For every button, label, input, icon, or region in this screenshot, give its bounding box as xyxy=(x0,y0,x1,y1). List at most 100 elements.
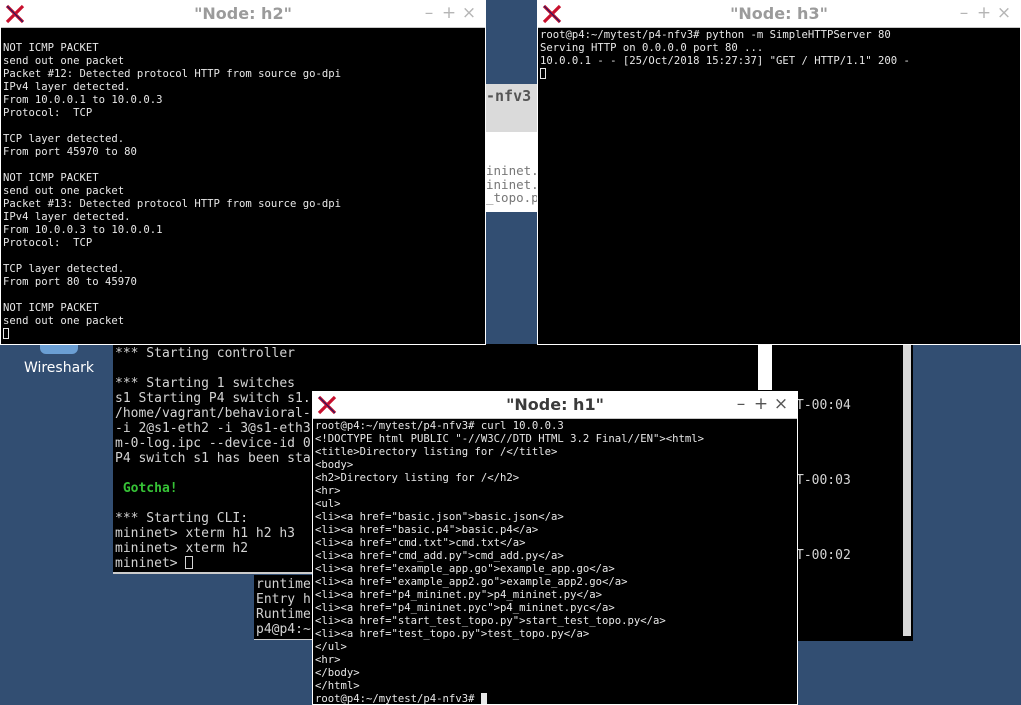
terminal-line: <li><a href="example_app2.go">example_ap… xyxy=(315,576,628,588)
wireshark-label: Wireshark xyxy=(23,360,95,376)
h3-window-title: "Node: h3" xyxy=(730,4,828,23)
background-file-list: ininet.pininet.p_topo.p xyxy=(486,164,540,205)
terminal-line: send out one packet xyxy=(3,315,125,327)
terminal-line: <li><a href="example_app.go">example_app… xyxy=(315,563,615,575)
terminal-line: From port 80 to 45970 xyxy=(3,276,137,288)
terminal-line: <li><a href="cmd_add.py">cmd_add.py</a> xyxy=(315,550,564,562)
text-cursor xyxy=(540,68,546,79)
file-entry: ininet.p xyxy=(486,176,540,192)
maximize-button[interactable]: + xyxy=(751,394,771,414)
terminal-line: *** Starting CLI: xyxy=(115,511,249,526)
terminal-line: root@p4:~/mytest/p4-nfv3# curl 10.0.0.3 xyxy=(315,420,564,432)
terminal-line: *** Starting controller xyxy=(115,346,296,361)
background-window-titlebar: -nfv3 xyxy=(484,84,540,132)
close-button[interactable]: × xyxy=(771,394,791,414)
text-cursor xyxy=(3,328,9,339)
terminal-line: IPv4 layer detected. xyxy=(3,81,131,93)
terminal-line: TCP layer detected. xyxy=(3,263,125,275)
terminal-line: NOT ICMP PACKET xyxy=(3,172,99,184)
terminal-line: From port 45970 to 80 xyxy=(3,146,137,158)
h2-titlebar[interactable]: "Node: h2" – + × xyxy=(1,1,485,28)
runtime-terminal[interactable]: runtime Entry h Runtime p4@p4:~ xyxy=(254,575,316,640)
file-entry: ininet.p xyxy=(486,163,540,178)
terminal-line: Serving HTTP on 0.0.0.0 port 80 ... xyxy=(540,42,764,54)
timestamp-1: T-00:04 xyxy=(796,398,851,413)
terminal-line: From 10.0.0.3 to 10.0.0.1 xyxy=(3,224,163,236)
terminal-line: Gotcha! xyxy=(115,481,178,496)
terminal-line: 10.0.0.1 - - [25/Oct/2018 15:27:37] "GET… xyxy=(540,55,910,67)
terminal-line: </body> xyxy=(315,667,360,679)
terminal-line: <li><a href="start_test_topo.py">start_t… xyxy=(315,615,666,627)
minimize-button[interactable]: – xyxy=(954,3,974,23)
terminal-line: <!DOCTYPE html PUBLIC "-//W3C//DTD HTML … xyxy=(315,433,705,445)
file-entry: _topo.p xyxy=(486,190,539,205)
terminal-line: /home/vagrant/behavioral- xyxy=(115,406,311,421)
shell-prompt[interactable]: root@p4:~/mytest/p4-nfv3# xyxy=(315,693,795,704)
xterm-window-h1[interactable]: "Node: h1" – + × root@p4:~/mytest/p4-nfv3#… xyxy=(312,391,798,705)
terminal-line: Protocol: TCP xyxy=(3,107,93,119)
mininet-terminal-text: *** Starting controller *** Starting 1 s… xyxy=(115,346,311,571)
prompt-text: root@p4:~/mytest/p4-nfv3# xyxy=(315,693,481,704)
background-file-window[interactable]: -nfv3 ininet.pininet.p_topo.p xyxy=(484,84,540,212)
maximize-button[interactable]: + xyxy=(974,3,994,23)
cursor-line xyxy=(3,328,483,341)
right-terminal-scrollbar[interactable] xyxy=(903,344,911,636)
terminal-line: -i 2@s1-eth2 -i 3@s1-eth3 xyxy=(115,421,311,436)
terminal-line: mininet> xyxy=(115,556,311,571)
terminal-line: <li><a href="basic.json">basic.json</a> xyxy=(315,511,564,523)
terminal-line: m-0-log.ipc --device-id 0 xyxy=(115,436,311,451)
runtime-terminal-text: runtime Entry h Runtime p4@p4:~ xyxy=(256,577,311,637)
mininet-terminal-scrollbar[interactable] xyxy=(758,344,772,390)
terminal-line: P4 switch s1 has been sta xyxy=(115,451,311,466)
terminal-line: root@p4:~/mytest/p4-nfv3# python -m Simp… xyxy=(540,29,891,41)
text-cursor xyxy=(480,693,487,704)
minimize-button[interactable]: – xyxy=(419,3,439,23)
h1-terminal-output[interactable]: root@p4:~/mytest/p4-nfv3# curl 10.0.0.3 <… xyxy=(315,420,795,704)
h2-window-title: "Node: h2" xyxy=(194,4,292,23)
terminal-line: <hr> xyxy=(315,654,341,666)
h3-terminal-output[interactable]: root@p4:~/mytest/p4-nfv3# python -m Simp… xyxy=(540,29,1018,344)
xterm-window-h2[interactable]: "Node: h2" – + × NOT ICMP PACKET send out o… xyxy=(0,0,486,345)
terminal-line: <h2>Directory listing for /</h2> xyxy=(315,472,520,484)
close-button[interactable]: × xyxy=(994,3,1014,23)
terminal-line: <body> xyxy=(315,459,354,471)
cursor-line xyxy=(540,68,1018,81)
terminal-line: <li><a href="test_topo.py">test_topo.py<… xyxy=(315,628,590,640)
terminal-line: <li><a href="cmd.txt">cmd.txt</a> xyxy=(315,537,526,549)
terminal-line: Entry h xyxy=(256,592,311,607)
terminal-line: send out one packet xyxy=(3,185,125,197)
minimize-button[interactable]: – xyxy=(731,394,751,414)
terminal-line: <ul> xyxy=(315,498,341,510)
h3-titlebar[interactable]: "Node: h3" – + × xyxy=(538,1,1020,28)
h2-terminal-output[interactable]: NOT ICMP PACKET send out one packet Packet… xyxy=(3,29,483,344)
terminal-line: <li><a href="basic.p4">basic.p4</a> xyxy=(315,524,539,536)
h1-titlebar[interactable]: "Node: h1" – + × xyxy=(313,392,797,419)
terminal-line: <li><a href="p4_mininet.pyc">p4_mininet.… xyxy=(315,602,615,614)
terminal-line: <title>Directory listing for /</title> xyxy=(315,446,558,458)
terminal-line: send out one packet xyxy=(3,55,125,67)
close-button[interactable]: × xyxy=(459,3,479,23)
terminal-line: s1 Starting P4 switch s1. xyxy=(115,391,311,406)
terminal-line: Runtime xyxy=(256,607,311,622)
timestamp-3: T-00:02 xyxy=(796,548,851,563)
terminal-line: Packet #13: Detected protocol HTTP from … xyxy=(3,198,342,210)
terminal-line: Protocol: TCP xyxy=(3,237,93,249)
terminal-line: </html> xyxy=(315,680,360,692)
maximize-button[interactable]: + xyxy=(439,3,459,23)
terminal-line: mininet> xterm h1 h2 h3 xyxy=(115,526,296,541)
h1-window-title: "Node: h1" xyxy=(506,395,604,414)
terminal-line: </ul> xyxy=(315,641,347,653)
terminal-line: IPv4 layer detected. xyxy=(3,211,131,223)
terminal-line: TCP layer detected. xyxy=(3,133,125,145)
xterm-window-h3[interactable]: "Node: h3" – + × root@p4:~/mytest/p4-nfv3#… xyxy=(537,0,1021,345)
terminal-line: mininet> xterm h2 xyxy=(115,541,249,556)
terminal-line: runtime xyxy=(256,577,311,592)
background-window-title: -nfv3 xyxy=(486,87,532,105)
